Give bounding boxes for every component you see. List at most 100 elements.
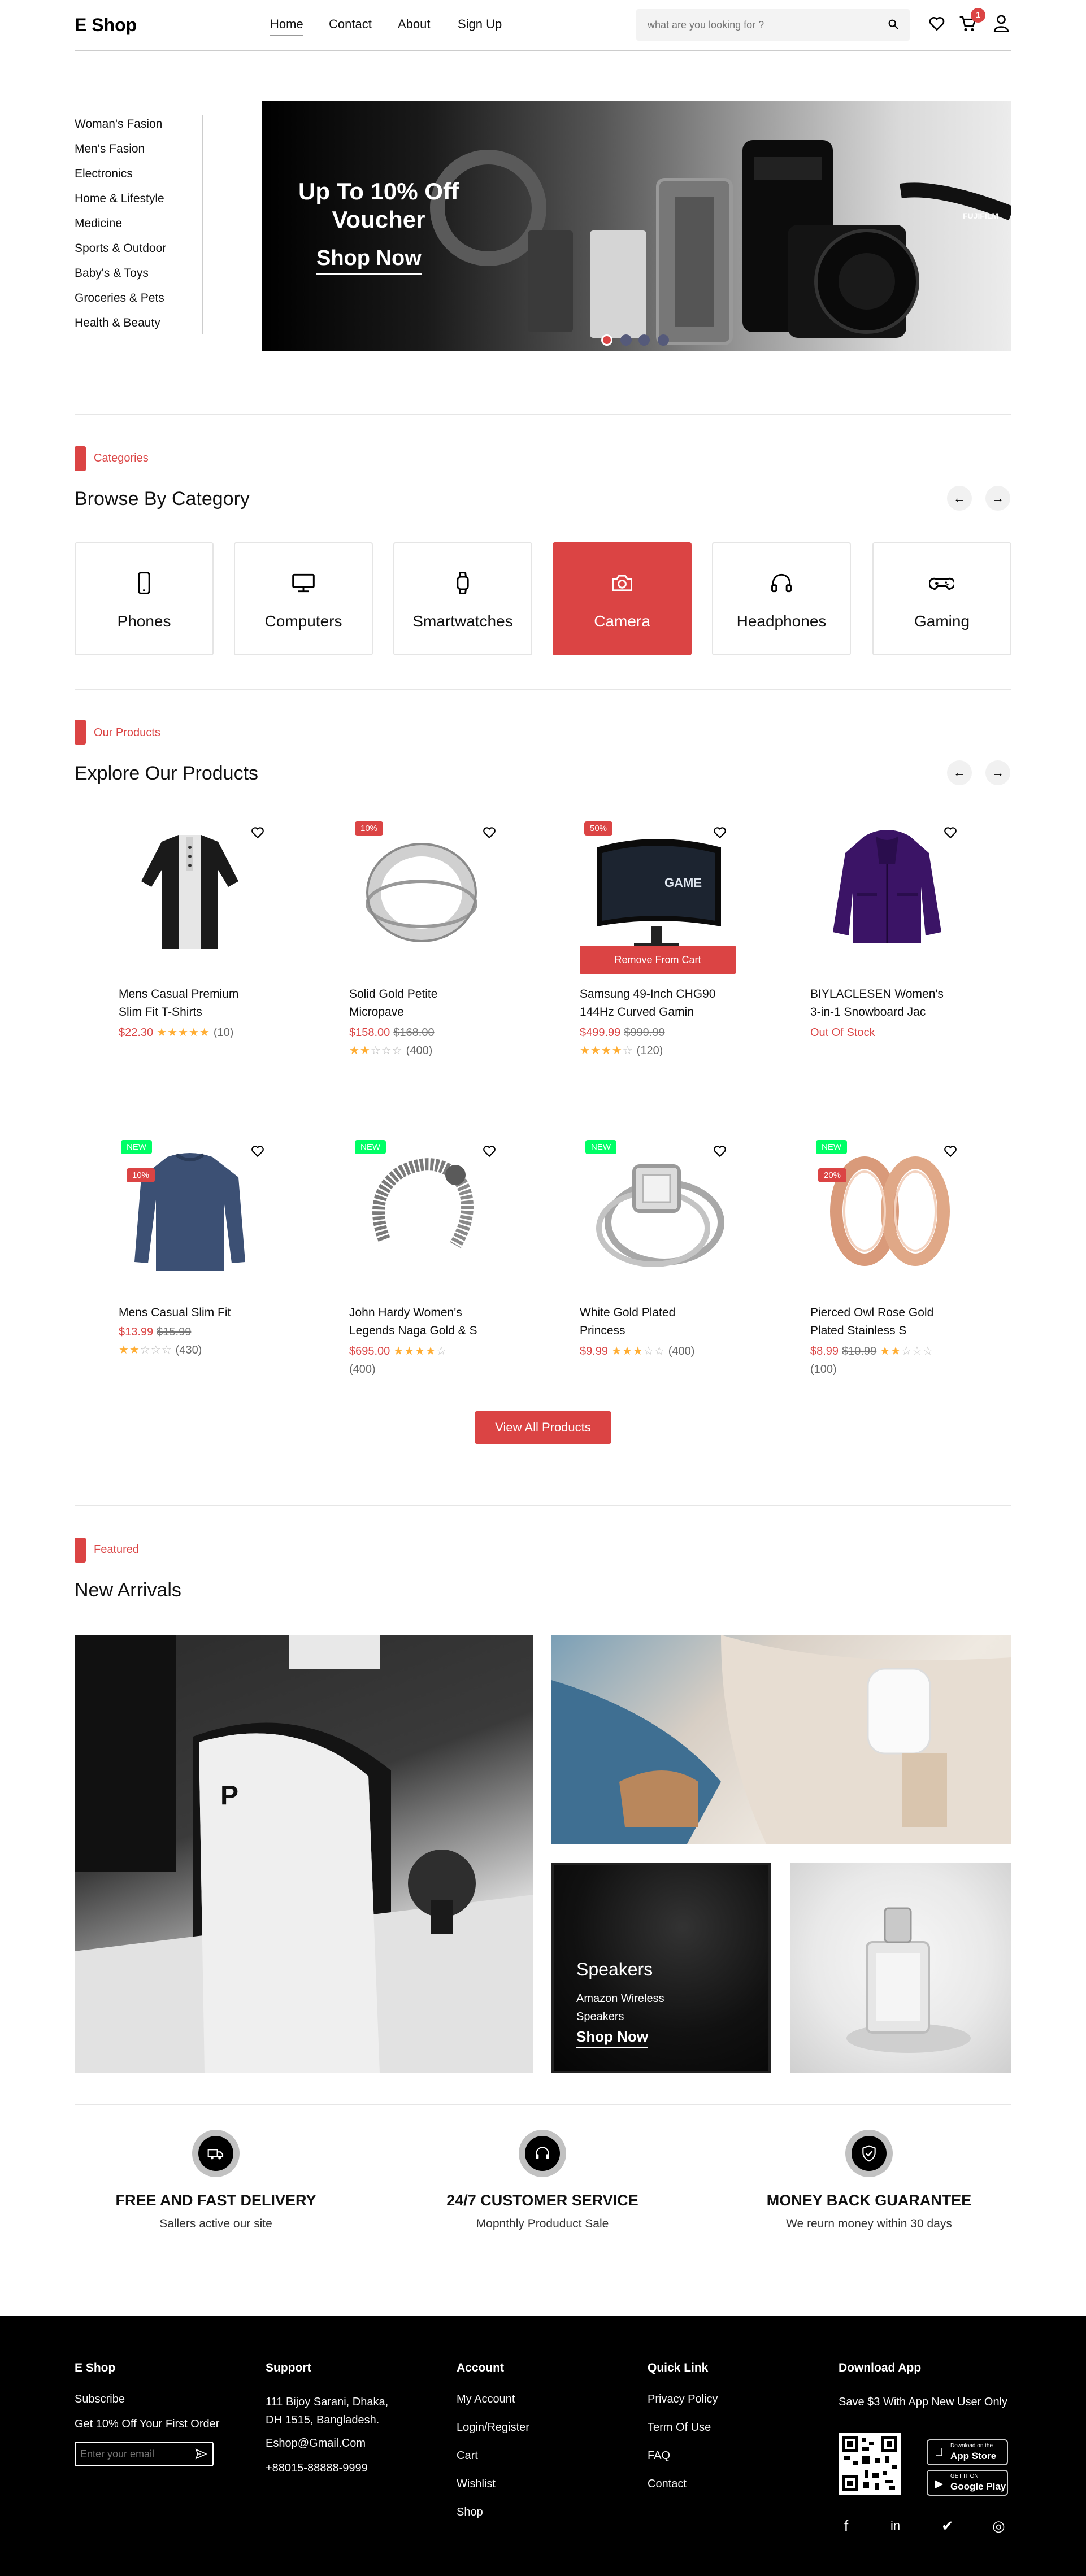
facebook-icon[interactable]: f <box>844 2517 848 2535</box>
product-image[interactable] <box>810 819 964 960</box>
sidebar-item-groceries-pets[interactable]: Groceries & Pets <box>75 291 164 305</box>
product-old-price: $168.00 <box>393 1026 435 1039</box>
product-image[interactable] <box>810 1138 964 1279</box>
sidebar-item-health-beauty[interactable]: Health & Beauty <box>75 316 160 330</box>
wishlist-heart-icon[interactable] <box>939 821 962 844</box>
service-customer: 24/7 CUSTOMER SERVICE Mopnthly Produduct… <box>401 2130 684 2231</box>
category-label: Headphones <box>736 612 827 630</box>
wishlist-heart-icon[interactable] <box>246 821 269 844</box>
carousel-dot[interactable] <box>658 334 669 346</box>
product-image[interactable] <box>113 1138 267 1279</box>
playstation-feature-image[interactable]: P <box>75 1635 533 2073</box>
search-icon[interactable] <box>887 18 900 33</box>
footer-link-terms[interactable]: Term Of Use <box>648 2421 711 2434</box>
arrow-left-icon[interactable]: ← <box>947 486 972 511</box>
logo[interactable]: E Shop <box>75 15 137 36</box>
instagram-icon[interactable]: ◎ <box>992 2517 1005 2535</box>
category-card-computers[interactable]: Computers <box>234 542 373 655</box>
carousel-dot[interactable] <box>601 334 612 346</box>
nav-signup[interactable]: Sign Up <box>458 17 502 32</box>
stock-status: Out Of Stock <box>810 1026 875 1039</box>
app-store-button[interactable]:  Download on the App Store <box>927 2439 1008 2465</box>
nav-home[interactable]: Home <box>270 17 303 36</box>
footer-link-wishlist[interactable]: Wishlist <box>457 2478 496 2491</box>
category-card-gaming[interactable]: Gaming <box>872 542 1011 655</box>
service-icon-circle <box>192 2130 240 2177</box>
footer-link-login-register[interactable]: Login/Register <box>457 2421 529 2434</box>
product-price-row: $22.30 ★★★★★ (10) <box>119 1024 277 1042</box>
product-name[interactable]: Samsung 49-Inch CHG90 144Hz Curved Gamin <box>580 985 721 1021</box>
product-image[interactable] <box>345 1138 498 1279</box>
product-image[interactable] <box>345 819 498 960</box>
footer-link-contact[interactable]: Contact <box>648 2478 687 2491</box>
product-price: $499.99 <box>580 1026 621 1039</box>
product-name[interactable]: White Gold Plated Princess <box>580 1304 721 1340</box>
cart-count-badge: 1 <box>971 8 985 23</box>
sidebar-item-medicine[interactable]: Medicine <box>75 217 122 230</box>
category-card-smartwatches[interactable]: Smartwatches <box>393 542 532 655</box>
send-icon[interactable] <box>194 2447 208 2464</box>
arrow-right-icon[interactable]: → <box>985 486 1010 511</box>
product-name[interactable]: BIYLACLESEN Women's 3-in-1 Snowboard Jac <box>810 985 952 1021</box>
sidebar-item-sports-outdoor[interactable]: Sports & Outdoor <box>75 242 166 255</box>
speakers-title: Speakers <box>576 1959 653 1979</box>
footer-link-my-account[interactable]: My Account <box>457 2393 515 2406</box>
view-all-products-button[interactable]: View All Products <box>475 1411 611 1444</box>
remove-from-cart-button[interactable]: Remove From Cart <box>580 946 736 974</box>
sidebar-item-home-lifestyle[interactable]: Home & Lifestyle <box>75 192 164 206</box>
carousel-dot[interactable] <box>638 334 650 346</box>
wishlist-heart-icon[interactable] <box>709 821 731 844</box>
category-card-camera[interactable]: Camera <box>553 542 692 655</box>
wishlist-heart-icon[interactable] <box>709 1140 731 1163</box>
category-card-headphones[interactable]: Headphones <box>712 542 851 655</box>
twitter-icon[interactable]: ✔ <box>941 2517 954 2535</box>
nav-about[interactable]: About <box>398 17 431 32</box>
svg-text:GAME: GAME <box>664 876 702 890</box>
review-count: (120) <box>636 1045 663 1057</box>
category-card-phones[interactable]: Phones <box>75 542 214 655</box>
product-image[interactable] <box>113 819 267 960</box>
arrow-left-icon[interactable]: ← <box>947 760 972 785</box>
product-name[interactable]: Mens Casual Slim Fit <box>119 1304 260 1322</box>
product-image[interactable] <box>580 1138 733 1279</box>
sidebar-item-electronics[interactable]: Electronics <box>75 167 133 181</box>
footer-link-cart[interactable]: Cart <box>457 2449 478 2462</box>
google-play-button[interactable]: ▶ GET IT ON Google Play <box>927 2470 1008 2496</box>
arrow-right-icon[interactable]: → <box>985 760 1010 785</box>
hero-shop-now-link[interactable]: Shop Now <box>316 246 422 275</box>
user-icon[interactable] <box>992 14 1010 36</box>
nav-contact[interactable]: Contact <box>329 17 372 32</box>
search-input[interactable] <box>648 17 874 33</box>
footer-link-faq[interactable]: FAQ <box>648 2449 670 2462</box>
review-count: (400) <box>406 1045 433 1057</box>
product-price-row: $695.00 ★★★★☆ <box>349 1342 507 1360</box>
speakers-shop-now-link[interactable]: Shop Now <box>576 2028 649 2048</box>
qr-code <box>839 2433 901 2495</box>
sidebar-item-womens-fashion[interactable]: Woman's Fasion <box>75 118 162 131</box>
footer-email[interactable]: Eshop@Gmail.Com <box>266 2437 366 2450</box>
womens-collection-image[interactable] <box>551 1635 1011 1844</box>
carousel-dot[interactable] <box>620 334 632 346</box>
email-input[interactable] <box>80 2448 188 2460</box>
wishlist-heart-icon[interactable] <box>478 821 501 844</box>
product-name[interactable]: Pierced Owl Rose Gold Plated Stainless S <box>810 1304 952 1340</box>
wishlist-heart-icon[interactable] <box>478 1140 501 1163</box>
footer-link-shop[interactable]: Shop <box>457 2506 483 2519</box>
heart-icon[interactable] <box>928 15 946 36</box>
new-badge: NEW <box>355 1140 386 1154</box>
footer-phone[interactable]: +88015-88888-9999 <box>266 2462 368 2475</box>
footer-link-privacy[interactable]: Privacy Policy <box>648 2393 718 2406</box>
product-image[interactable]: GAME <box>580 819 733 960</box>
product-name[interactable]: John Hardy Women's Legends Naga Gold & S <box>349 1304 490 1340</box>
wishlist-heart-icon[interactable] <box>939 1140 962 1163</box>
linkedin-icon[interactable]: in <box>890 2518 900 2533</box>
product-name[interactable]: Solid Gold Petite Micropave <box>349 985 490 1021</box>
review-count: (100) <box>810 1363 837 1376</box>
perfume-feature-image[interactable] <box>790 1863 1011 2073</box>
sidebar-item-baby-toys[interactable]: Baby's & Toys <box>75 267 149 280</box>
wishlist-heart-icon[interactable] <box>246 1140 269 1163</box>
sidebar-item-mens-fashion[interactable]: Men's Fasion <box>75 142 145 156</box>
footer-address: 111 Bijoy Sarani, Dhaka, DH 1515, Bangla… <box>266 2396 389 2426</box>
product-name[interactable]: Mens Casual Premium Slim Fit T-Shirts <box>119 985 260 1021</box>
footer-subscribe: Subscribe <box>75 2393 125 2405</box>
